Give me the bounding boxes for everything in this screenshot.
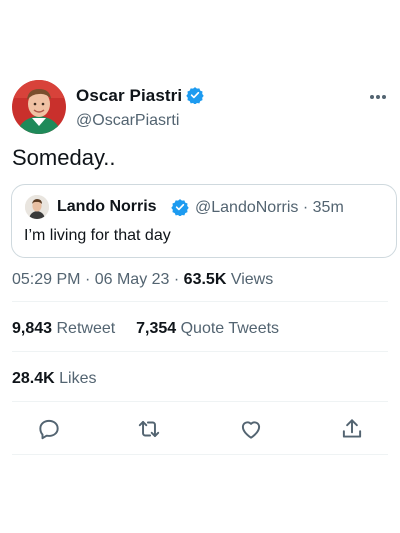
retweets-label: Retweet xyxy=(56,320,116,337)
engagement-stats: 9,843 Retweet 7,354 Quote Tweets xyxy=(12,320,279,338)
reply-icon[interactable] xyxy=(36,416,62,442)
divider xyxy=(12,401,388,402)
views-count: 63.5K xyxy=(183,271,227,288)
quoted-separator: · xyxy=(302,199,309,216)
like-icon[interactable] xyxy=(238,416,264,442)
tweet: Oscar Piastri @OscarPiasrti Someday.. La… xyxy=(0,0,400,533)
likes-link[interactable]: 28.4K Likes xyxy=(12,370,97,388)
retweets-count: 9,843 xyxy=(12,320,53,337)
tweet-meta: 05:29 PM · 06 May 23 · 63.5K Views xyxy=(12,271,273,289)
more-options-icon[interactable] xyxy=(369,92,387,102)
tweet-text: Someday.. xyxy=(12,145,116,170)
author-avatar[interactable] xyxy=(12,80,66,134)
meta-separator: · xyxy=(84,271,91,288)
share-icon[interactable] xyxy=(339,416,365,442)
verified-badge-icon xyxy=(186,86,204,105)
retweet-icon[interactable] xyxy=(136,416,162,442)
divider xyxy=(12,351,388,352)
divider xyxy=(12,301,388,302)
tweet-date[interactable]: 06 May 23 xyxy=(95,271,170,288)
quoted-author-avatar xyxy=(25,195,49,219)
quote-tweets-count: 7,354 xyxy=(136,320,177,337)
quoted-author-name: Lando Norris xyxy=(57,198,157,215)
likes-label: Likes xyxy=(59,370,97,387)
meta-separator: · xyxy=(173,271,180,288)
divider xyxy=(12,454,388,455)
quoted-author-handle: @LandoNorris xyxy=(195,199,299,216)
author-handle[interactable]: @OscarPiasrti xyxy=(76,112,179,130)
quoted-tweet[interactable]: Lando Norris @LandoNorris · 35m I’m livi… xyxy=(11,184,397,258)
quote-tweets-label: Quote Tweets xyxy=(180,320,280,337)
quoted-time-ago: 35m xyxy=(312,199,344,216)
likes-count: 28.4K xyxy=(12,370,55,387)
quoted-tweet-text: I’m living for that day xyxy=(24,227,171,244)
quoted-verified-badge-icon xyxy=(171,198,189,217)
views-label: Views xyxy=(230,271,274,288)
tweet-time[interactable]: 05:29 PM xyxy=(12,271,80,288)
quote-tweets-link[interactable]: 7,354 Quote Tweets xyxy=(132,320,279,337)
quoted-handle-line: @LandoNorris · 35m xyxy=(195,199,344,217)
retweets-link[interactable]: 9,843 Retweet xyxy=(12,320,120,337)
author-name[interactable]: Oscar Piastri xyxy=(76,86,182,106)
